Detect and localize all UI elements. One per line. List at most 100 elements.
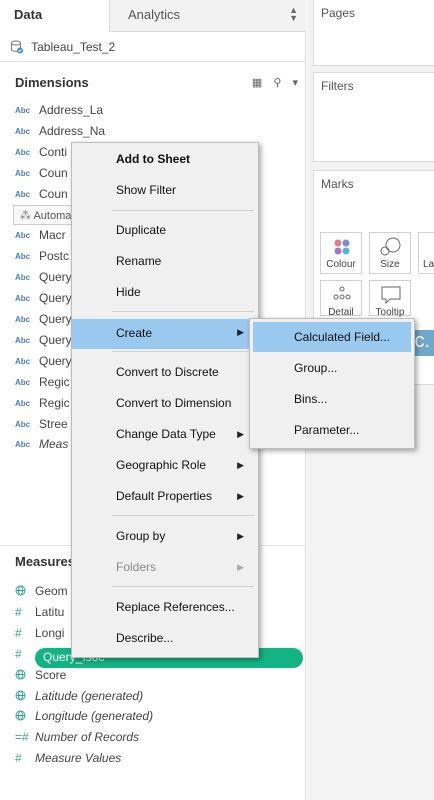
submenu-item-group[interactable]: Group... (253, 353, 411, 383)
detail-button[interactable]: Detail (320, 280, 362, 318)
tab-analytics[interactable]: Analytics ▲ ▼ (110, 0, 306, 32)
menu-item-create[interactable]: Create ▶ (72, 319, 258, 349)
dimension-field[interactable]: Abc Query (15, 333, 72, 353)
dimension-field[interactable]: Abc Address_Na (15, 124, 105, 144)
dimension-field[interactable]: Abc Stree (15, 417, 68, 437)
menu-item-convert-to-dimension[interactable]: Convert to Dimension (72, 390, 258, 418)
dimension-field[interactable]: Abc Regic (15, 375, 70, 395)
menu-item-label: Rename (116, 254, 162, 268)
detail-label: Detail (328, 307, 354, 318)
string-type-icon: Abc (15, 168, 31, 178)
menu-item-rename[interactable]: Rename (72, 248, 258, 276)
size-button[interactable]: Size (369, 232, 411, 274)
dimension-field-label: Conti (39, 144, 68, 159)
submenu-item-bins[interactable]: Bins... (253, 384, 411, 414)
pane-tabs: Data Analytics ▲ ▼ (0, 0, 306, 32)
chevron-down-icon[interactable]: ▾ (292, 77, 298, 89)
dimension-field-label: Query (39, 332, 72, 347)
menu-item-label: Geographic Role (116, 458, 207, 472)
size-icon (380, 237, 401, 256)
dimension-field[interactable]: Abc Meas (15, 437, 68, 457)
menu-item-replace-references[interactable]: Replace References... (72, 594, 258, 622)
dimension-field[interactable]: Abc Coun (15, 166, 68, 186)
colour-button[interactable]: Colour (320, 232, 362, 274)
menu-item-change-data-type[interactable]: Change Data Type ▶ (72, 421, 258, 449)
measure-field[interactable]: # Latitu (15, 605, 64, 625)
dimension-field[interactable]: Abc Query (15, 270, 72, 290)
dimension-field-label: Regic (39, 395, 70, 410)
measure-field[interactable]: Geom (15, 584, 68, 604)
label-button[interactable]: La (418, 232, 434, 274)
globe-icon (15, 709, 35, 723)
menu-item-convert-to-discrete[interactable]: Convert to Discrete (72, 359, 258, 387)
submenu-item-label: Bins... (294, 392, 328, 406)
tab-analytics-label: Analytics (128, 7, 181, 22)
submenu-arrow-icon: ▶ (237, 491, 244, 501)
menu-item-hide[interactable]: Hide (72, 279, 258, 307)
tab-updown-icon: ▲ ▼ (289, 5, 298, 23)
hash-icon: # (15, 604, 22, 619)
string-type-icon: Abc (15, 440, 31, 450)
tab-data[interactable]: Data (0, 0, 110, 32)
submenu-item-parameter[interactable]: Parameter... (253, 415, 411, 445)
tooltip-button[interactable]: Tooltip (369, 280, 411, 318)
submenu-arrow-icon: ▶ (237, 460, 244, 470)
dimension-field-label: Query (39, 312, 72, 326)
string-type-icon: Abc (15, 377, 31, 387)
measure-field[interactable]: =# Number of Records (15, 730, 139, 750)
menu-item-label: Duplicate (116, 223, 167, 237)
colour-icon (334, 239, 350, 255)
measure-field[interactable]: Latitude (generated) (15, 689, 143, 709)
pages-card[interactable]: Pages (313, 0, 434, 66)
menu-item-duplicate[interactable]: Duplicate (72, 217, 258, 245)
string-type-icon: Abc (15, 231, 31, 241)
submenu-arrow-icon: ▶ (237, 429, 244, 439)
submenu-item-label: Group... (294, 361, 338, 375)
menu-item-show-filter[interactable]: Show Filter (72, 177, 258, 205)
menu-item-label: Create (116, 326, 153, 340)
dimension-field[interactable]: Abc Query (15, 312, 72, 332)
menu-item-group-by[interactable]: Group by ▶ (72, 523, 258, 551)
dimension-field[interactable]: Abc Coun (15, 187, 68, 207)
filters-card[interactable]: Filters (313, 72, 434, 162)
menu-item-default-properties[interactable]: Default Properties ▶ (72, 483, 258, 511)
menu-item-label: Default Properties (116, 489, 213, 503)
dimension-field[interactable]: Abc Macr (15, 228, 66, 248)
dimension-field[interactable]: Abc Address_La (15, 103, 103, 123)
measure-field-label: Longi (35, 625, 65, 640)
measure-field[interactable]: Score (15, 668, 66, 688)
submenu-arrow-icon: ▶ (237, 327, 244, 337)
create-submenu: Calculated Field... Group... Bins... Parame… (249, 318, 415, 449)
measure-field-label: Number of Records (35, 730, 140, 745)
menu-separator (112, 515, 254, 516)
measure-field-label: Measure Values (35, 751, 122, 766)
dimension-field[interactable]: Abc Conti (15, 145, 67, 165)
dimension-field[interactable]: Abc Query (15, 354, 72, 374)
menu-item-add-to-sheet[interactable]: Add to Sheet (72, 146, 258, 174)
menu-separator (112, 351, 254, 352)
measure-field[interactable]: # Longi (15, 626, 64, 646)
dimension-field-label: Coun (39, 165, 68, 180)
menu-item-label: Add to Sheet (116, 152, 190, 166)
dimension-field[interactable]: Abc Postc (15, 249, 69, 269)
search-icon[interactable]: ⚲ (273, 77, 281, 89)
measure-field[interactable]: Longitude (generated) (15, 709, 153, 729)
dimension-field-label: Regic (39, 374, 70, 389)
measure-field-label: Longitude (generated) (35, 709, 154, 724)
string-type-icon: Abc (15, 419, 31, 429)
menu-item-describe[interactable]: Describe... (72, 625, 258, 653)
view-data-icon[interactable]: ▦ (252, 77, 262, 89)
submenu-item-calculated-field[interactable]: Calculated Field... (253, 322, 411, 352)
filters-title: Filters (321, 79, 354, 93)
dimensions-header-icons: ▦ ⚲ ▾ (244, 76, 298, 89)
dimension-field[interactable]: Abc Query (15, 291, 72, 311)
measure-field[interactable]: # (15, 647, 35, 667)
hash-icon: # (15, 751, 22, 766)
menu-item-geographic-role[interactable]: Geographic Role ▶ (72, 452, 258, 480)
dimension-field[interactable]: Abc Regic (15, 396, 70, 416)
string-type-icon: Abc (15, 252, 31, 262)
string-type-icon: Abc (15, 147, 31, 157)
datasource-row[interactable]: Tableau_Test_2 (0, 32, 306, 62)
menu-item-label: Replace References... (116, 600, 235, 614)
measure-field[interactable]: # Measure Values (15, 751, 121, 771)
